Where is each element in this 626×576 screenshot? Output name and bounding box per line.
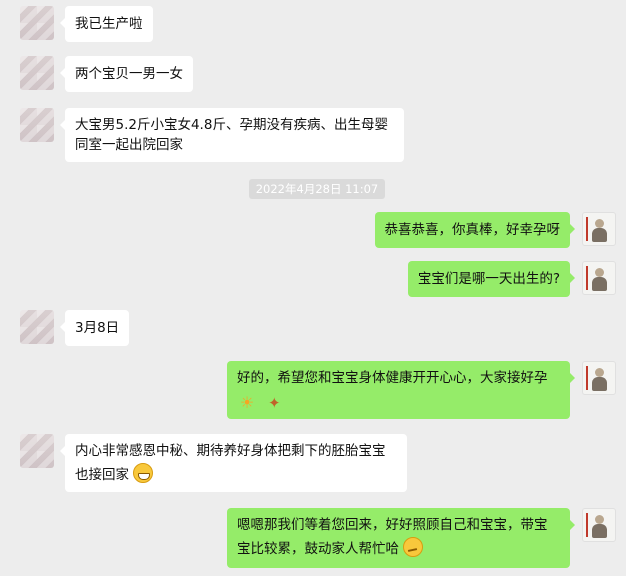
message-text: 恭喜恭喜，你真棒，好幸孕呀 xyxy=(384,222,561,238)
user-avatar[interactable] xyxy=(582,212,616,246)
thinking-emoji-icon xyxy=(403,537,424,557)
message-bubble-outgoing[interactable]: 恭喜恭喜，你真棒，好幸孕呀 xyxy=(374,212,575,248)
grinning-emoji-icon xyxy=(133,463,154,483)
message-text-line: 嗯嗯那我们等着您回来，好好照顾自己和宝宝，带宝 xyxy=(237,517,548,533)
message-bubble-incoming[interactable]: 我已生产啦 xyxy=(60,6,153,42)
user-avatar[interactable] xyxy=(582,361,616,395)
message-text-line: 好的，希望您和宝宝身体健康开开心心，大家接好孕 xyxy=(237,370,548,386)
message-bubble-outgoing[interactable]: 宝宝们是哪一天出生的? xyxy=(407,261,576,297)
message-text-line: 内心非常感恩中秘、期待养好身体把剩下的胚胎宝宝 xyxy=(75,443,386,459)
message-text-line: 宝比较累，鼓动家人帮忙哈 xyxy=(237,541,399,557)
user-avatar[interactable] xyxy=(582,261,616,295)
message-text-line: 也接回家 xyxy=(75,467,129,483)
message-bubble-incoming[interactable]: 3月8日 xyxy=(59,310,130,346)
message-text-line: 大宝男5.2斤小宝女4.8斤、孕期没有疾病、出生母婴 xyxy=(75,117,388,133)
message-bubble-outgoing[interactable]: 好的，希望您和宝宝身体健康开开心心，大家接好孕 ☀ ✦ xyxy=(227,361,575,419)
message-text-line: 同室一起出院回家 xyxy=(75,137,183,153)
message-text: 两个宝贝一男一女 xyxy=(75,66,183,82)
contact-avatar[interactable] xyxy=(20,6,54,40)
sun-emoji-icon: ☀ xyxy=(239,393,255,412)
contact-avatar[interactable] xyxy=(20,56,54,90)
contact-avatar[interactable] xyxy=(20,310,54,344)
message-bubble-incoming[interactable]: 两个宝贝一男一女 xyxy=(60,56,193,92)
message-bubble-incoming[interactable]: 大宝男5.2斤小宝女4.8斤、孕期没有疾病、出生母婴 同室一起出院回家 xyxy=(60,108,404,162)
message-bubble-incoming[interactable]: 内心非常感恩中秘、期待养好身体把剩下的胚胎宝宝 也接回家 xyxy=(60,434,407,492)
user-avatar[interactable] xyxy=(582,508,616,542)
chat-timestamp: 2022年4月28日 11:07 xyxy=(249,179,385,199)
message-text: 3月8日 xyxy=(75,320,120,336)
contact-avatar[interactable] xyxy=(20,434,54,468)
party-popper-emoji-icon: ✦ xyxy=(268,394,281,412)
message-text: 我已生产啦 xyxy=(75,16,143,32)
contact-avatar[interactable] xyxy=(20,108,54,142)
message-text: 宝宝们是哪一天出生的? xyxy=(417,271,560,287)
message-bubble-outgoing[interactable]: 嗯嗯那我们等着您回来，好好照顾自己和宝宝，带宝 宝比较累，鼓动家人帮忙哈 xyxy=(227,508,575,568)
